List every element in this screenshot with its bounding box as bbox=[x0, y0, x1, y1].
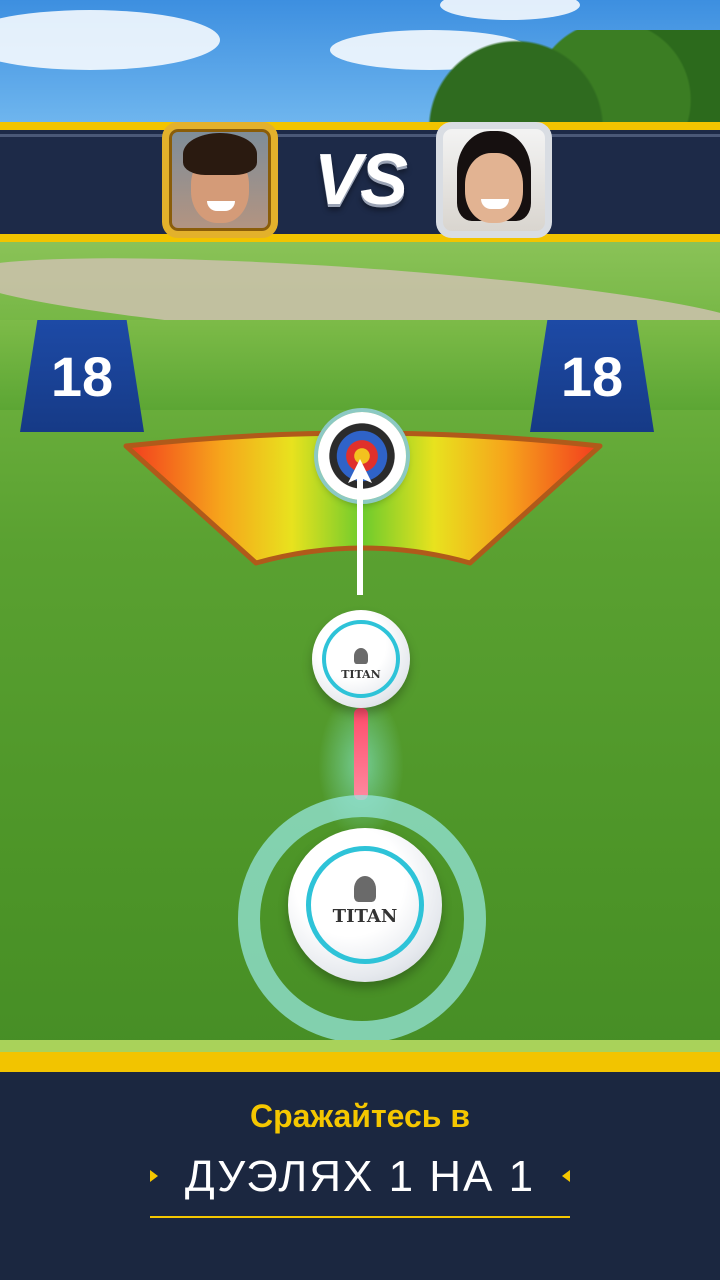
helmet-icon bbox=[354, 876, 376, 902]
distance-marker-left: 18 bbox=[20, 320, 144, 432]
helmet-icon bbox=[354, 648, 368, 664]
banner-stripe-yellow bbox=[0, 1052, 720, 1072]
aim-arrow-icon bbox=[348, 459, 372, 595]
golf-ball[interactable]: TITAN bbox=[288, 828, 442, 982]
game-scene: VS 18 18 TITAN TITAN Сражайтесь в ДУЭЛЯХ… bbox=[0, 0, 720, 1280]
vs-label: VS bbox=[313, 140, 408, 220]
target-ball: TITAN bbox=[312, 610, 410, 708]
ball-brand-large: TITAN bbox=[332, 906, 398, 927]
distance-marker-right-value: 18 bbox=[560, 344, 624, 408]
promo-headline: Сражайтесь в bbox=[249, 1098, 471, 1134]
distance-marker-left-value: 18 bbox=[50, 344, 114, 408]
ball-brand-small: TITAN bbox=[341, 668, 381, 681]
distance-marker-right: 18 bbox=[530, 320, 654, 432]
promo-subheadline: ДУЭЛЯХ 1 НА 1 bbox=[184, 1152, 536, 1201]
chevron-left-icon bbox=[562, 1170, 570, 1182]
promo-underline bbox=[150, 1216, 570, 1218]
power-indicator bbox=[354, 708, 368, 800]
banner-stripe-green bbox=[0, 1040, 720, 1052]
player-avatar[interactable] bbox=[162, 122, 278, 238]
opponent-avatar[interactable] bbox=[436, 122, 552, 238]
